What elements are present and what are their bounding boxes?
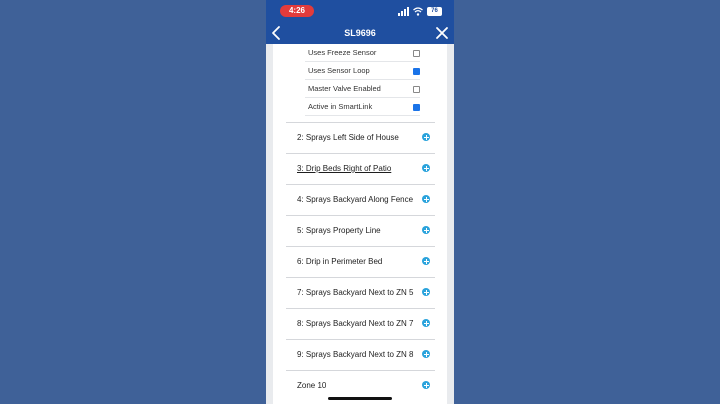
expand-plus-icon[interactable] xyxy=(422,257,430,265)
zone-label: 6: Drip in Perimeter Bed xyxy=(297,257,383,266)
status-icons: 76 xyxy=(398,5,442,17)
home-indicator xyxy=(328,397,392,400)
phone-screen: 4:26 76 SL9696 Uses Freeze Sensor Uses S… xyxy=(266,0,454,404)
master-valve-checkbox[interactable] xyxy=(413,86,420,93)
signal-icon xyxy=(398,6,409,16)
expand-plus-icon[interactable] xyxy=(422,195,430,203)
zone-row-9[interactable]: 9: Sprays Backyard Next to ZN 8 xyxy=(286,339,435,369)
zone-row-7[interactable]: 7: Sprays Backyard Next to ZN 5 xyxy=(286,277,435,307)
setting-label: Master Valve Enabled xyxy=(308,84,381,93)
battery-icon: 76 xyxy=(427,6,442,16)
status-bar: 4:26 76 xyxy=(266,0,454,22)
zone-label: 2: Sprays Left Side of House xyxy=(297,133,399,142)
page-title: SL9696 xyxy=(344,28,376,38)
zone-row-2[interactable]: 2: Sprays Left Side of House xyxy=(286,122,435,152)
zone-label: 8: Sprays Backyard Next to ZN 7 xyxy=(297,319,414,328)
zone-label: 9: Sprays Backyard Next to ZN 8 xyxy=(297,350,414,359)
expand-plus-icon[interactable] xyxy=(422,319,430,327)
setting-label: Active in SmartLink xyxy=(308,102,373,111)
zone-label: 3: Drip Beds Right of Patio xyxy=(297,164,392,173)
zone-label: Zone 10 xyxy=(297,381,327,390)
expand-plus-icon[interactable] xyxy=(422,133,430,141)
nav-bar: SL9696 xyxy=(266,22,454,44)
expand-plus-icon[interactable] xyxy=(422,288,430,296)
zone-row-8[interactable]: 8: Sprays Backyard Next to ZN 7 xyxy=(286,308,435,338)
expand-plus-icon[interactable] xyxy=(422,226,430,234)
expand-plus-icon[interactable] xyxy=(422,350,430,358)
zone-row-10[interactable]: Zone 10 xyxy=(286,370,435,400)
zone-row-4[interactable]: 4: Sprays Backyard Along Fence xyxy=(286,184,435,214)
smartlink-checkbox[interactable] xyxy=(413,104,420,111)
zone-row-5[interactable]: 5: Sprays Property Line xyxy=(286,215,435,245)
zone-row-6[interactable]: 6: Drip in Perimeter Bed xyxy=(286,246,435,276)
status-time: 4:26 xyxy=(280,5,314,17)
expand-plus-icon[interactable] xyxy=(422,164,430,172)
zone-label: 7: Sprays Backyard Next to ZN 5 xyxy=(297,288,414,297)
close-icon[interactable] xyxy=(435,26,449,40)
expand-plus-icon[interactable] xyxy=(422,381,430,389)
freeze-sensor-checkbox[interactable] xyxy=(413,50,420,57)
zone-row-3[interactable]: 3: Drip Beds Right of Patio xyxy=(286,153,435,183)
setting-label: Uses Sensor Loop xyxy=(308,66,370,75)
controller-detail-panel: Uses Freeze Sensor Uses Sensor Loop Mast… xyxy=(273,44,447,404)
zone-label: 5: Sprays Property Line xyxy=(297,226,381,235)
setting-master-valve-enabled[interactable]: Master Valve Enabled xyxy=(305,80,420,98)
setting-label: Uses Freeze Sensor xyxy=(308,48,377,57)
zone-label: 4: Sprays Backyard Along Fence xyxy=(297,195,414,204)
setting-active-in-smartlink[interactable]: Active in SmartLink xyxy=(305,98,420,116)
setting-uses-sensor-loop[interactable]: Uses Sensor Loop xyxy=(305,62,420,80)
sensor-loop-checkbox[interactable] xyxy=(413,68,420,75)
setting-uses-freeze-sensor[interactable]: Uses Freeze Sensor xyxy=(305,44,420,62)
settings-panel: Uses Freeze Sensor Uses Sensor Loop Mast… xyxy=(273,44,447,116)
chevron-left-icon[interactable] xyxy=(270,25,284,41)
wifi-icon xyxy=(413,6,423,16)
